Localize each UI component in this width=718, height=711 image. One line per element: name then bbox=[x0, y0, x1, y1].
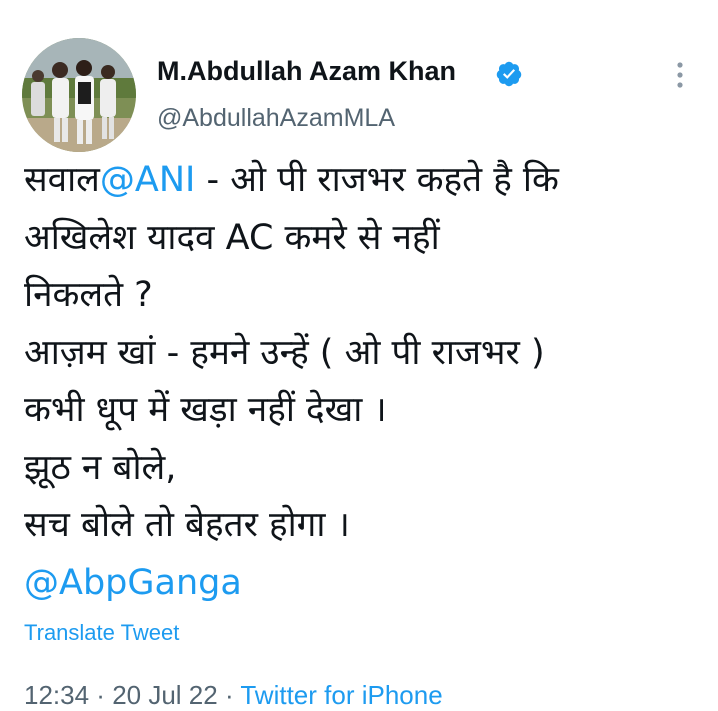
avatar[interactable] bbox=[22, 38, 136, 152]
tweet-text-line: कभी धूप में खड़ा नहीं देखा । bbox=[24, 390, 387, 430]
mention-link-abpganga[interactable]: @AbpGanga bbox=[24, 555, 704, 613]
tweet-text-line: सच बोले तो बेहतर होगा । bbox=[24, 505, 350, 545]
avatar-photo bbox=[22, 38, 136, 152]
translate-tweet-link[interactable]: Translate Tweet bbox=[24, 620, 179, 646]
tweet-card: M.Abdullah Azam Khan @AbdullahAzamMLA सव… bbox=[0, 0, 718, 710]
tweet-text-line: आज़म खां - हमने उन्हें ( ओ पी राजभर ) bbox=[24, 332, 545, 373]
verified-badge-icon bbox=[496, 61, 522, 87]
tweet-text-line: झूठ न बोले, bbox=[24, 447, 177, 488]
mention-link-ani[interactable]: @ANI bbox=[100, 160, 195, 200]
meta-separator: · bbox=[89, 680, 113, 710]
tweet-text-segment: सवाल bbox=[24, 160, 100, 200]
author-display-name[interactable]: M.Abdullah Azam Khan bbox=[157, 56, 456, 87]
tweet-text-line: अखिलेश यादव AC कमरे से नहीं bbox=[24, 217, 440, 258]
author-handle[interactable]: @AbdullahAzamMLA bbox=[157, 104, 395, 133]
tweet-date[interactable]: 20 Jul 22 bbox=[112, 680, 218, 710]
tweet-source-link[interactable]: Twitter for iPhone bbox=[240, 680, 442, 710]
more-vertical-icon[interactable] bbox=[668, 58, 692, 92]
tweet-time[interactable]: 12:34 bbox=[24, 680, 89, 710]
tweet-text-line: सवाल@ANI - ओ पी राजभर कहते है कि bbox=[24, 152, 704, 210]
tweet-metadata: 12:34 · 20 Jul 22 · Twitter for iPhone bbox=[24, 680, 443, 711]
meta-separator: · bbox=[217, 680, 241, 710]
tweet-text: सवाल@ANI - ओ पी राजभर कहते है कि अखिलेश … bbox=[24, 152, 704, 612]
tweet-text-segment: - ओ पी राजभर कहते है कि bbox=[195, 160, 559, 200]
tweet-text-line: निकलते ? bbox=[24, 275, 153, 315]
